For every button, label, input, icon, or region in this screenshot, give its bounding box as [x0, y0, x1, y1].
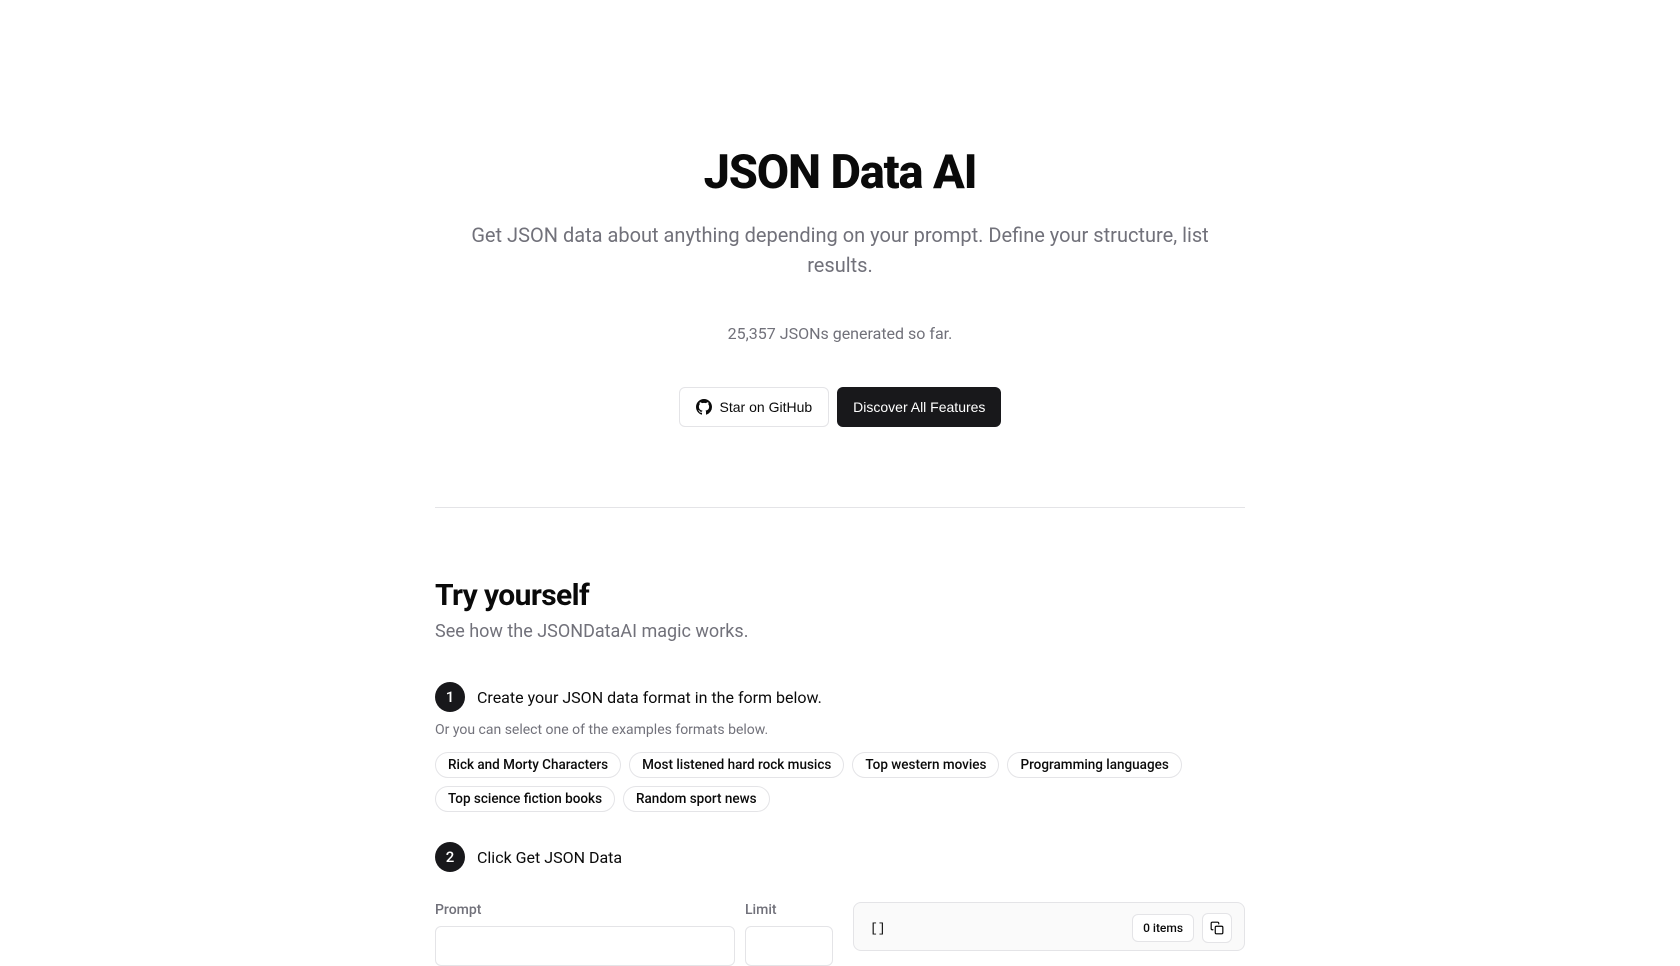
step-2-badge: 2 [435, 842, 465, 872]
copy-button[interactable] [1202, 913, 1232, 943]
step-1-badge: 1 [435, 682, 465, 712]
generation-count: 25,357 JSONs generated so far. [440, 324, 1240, 343]
discover-features-button[interactable]: Discover All Features [837, 387, 1001, 427]
prompt-input[interactable] [435, 926, 735, 966]
try-title: Try yourself [435, 578, 1245, 613]
example-chip[interactable]: Programming languages [1007, 752, 1181, 778]
example-chip[interactable]: Top science fiction books [435, 786, 615, 812]
star-github-label: Star on GitHub [720, 399, 813, 415]
example-chip[interactable]: Top western movies [852, 752, 999, 778]
limit-label: Limit [745, 902, 833, 918]
items-count-badge: 0 items [1132, 914, 1194, 942]
example-chip[interactable]: Most listened hard rock musics [629, 752, 844, 778]
example-chip[interactable]: Rick and Morty Characters [435, 752, 621, 778]
output-panel: [] 0 items [853, 902, 1245, 951]
prompt-label: Prompt [435, 902, 735, 918]
example-chip[interactable]: Random sport news [623, 786, 770, 812]
step-2-text: Click Get JSON Data [477, 848, 622, 867]
page-subtitle: Get JSON data about anything depending o… [440, 220, 1240, 280]
github-icon [696, 399, 712, 415]
star-github-button[interactable]: Star on GitHub [679, 387, 830, 427]
page-title: JSON Data AI [440, 145, 1240, 200]
step-1-subtext: Or you can select one of the examples fo… [435, 722, 1245, 738]
copy-icon [1210, 921, 1224, 935]
output-code: [] [870, 921, 886, 936]
discover-features-label: Discover All Features [853, 399, 985, 415]
step-1-text: Create your JSON data format in the form… [477, 688, 822, 707]
try-subtitle: See how the JSONDataAI magic works. [435, 621, 1245, 642]
limit-input[interactable] [745, 926, 833, 966]
